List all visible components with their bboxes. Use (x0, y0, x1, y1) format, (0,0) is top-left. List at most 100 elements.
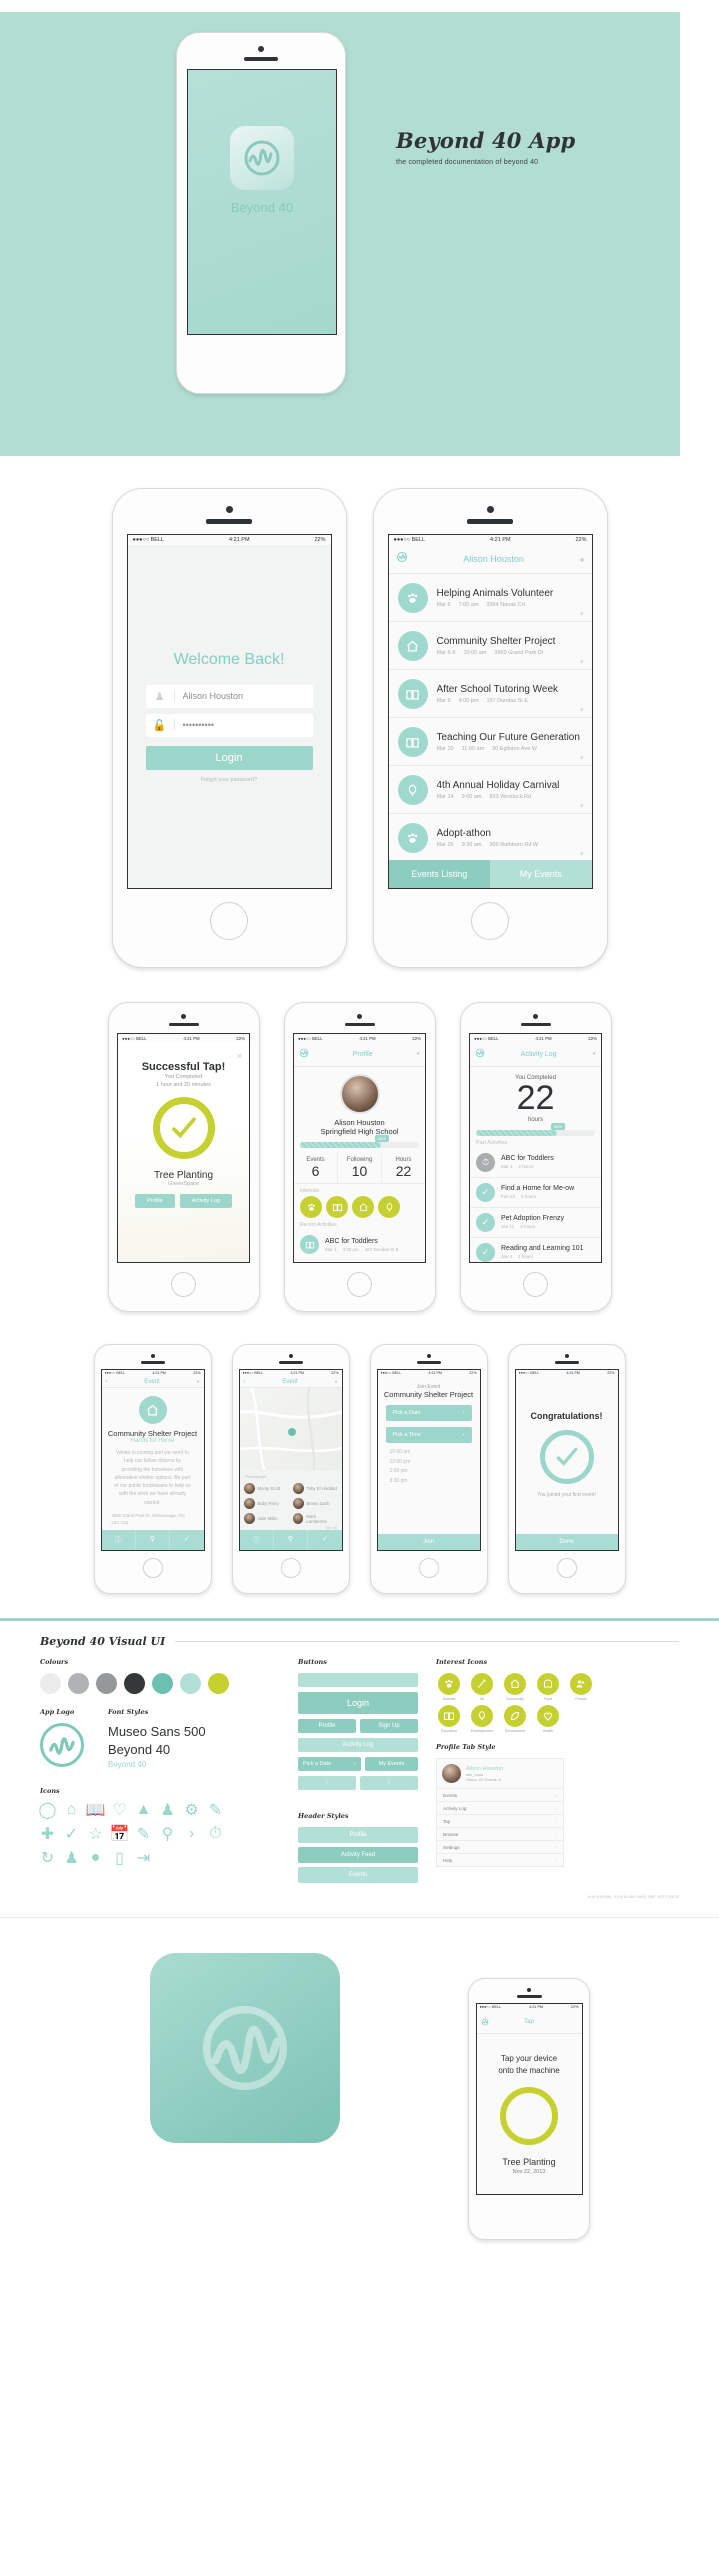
profile-tab-item-help[interactable]: Help › (437, 1853, 563, 1866)
forgot-password-link[interactable]: Forgot your password? (201, 777, 257, 783)
interest-art[interactable]: Art (469, 1673, 495, 1701)
participant[interactable]: Mark Lamberton (292, 1513, 338, 1524)
star-icon: ☆ (324, 1780, 330, 1786)
chevron-down-icon[interactable]: ▾ (580, 610, 584, 618)
entertainment-icon[interactable] (378, 1196, 400, 1218)
recent-activity-item[interactable]: ABC for Toddlers Mar 1 4:00 pm 157 Dunda… (294, 1230, 425, 1260)
settings-icon[interactable]: ● (196, 1379, 199, 1385)
pick-date-button[interactable]: Pick a Date › (298, 1757, 361, 1771)
username-input[interactable] (174, 691, 313, 701)
chevron-down-icon[interactable]: ▾ (580, 850, 584, 858)
status-time: 4:21 PM (152, 1371, 166, 1375)
time-option[interactable]: 3:30 pm (390, 1477, 468, 1487)
profile-tab-item-tap[interactable]: Tap › (437, 1814, 563, 1827)
interest-community[interactable]: Community (502, 1673, 528, 1701)
activity-list-item[interactable]: ✓ Pet Adoption Frenzy Jan 11 3 hours (470, 1207, 601, 1238)
tab-events-listing[interactable]: Events Listing (388, 860, 490, 888)
home-button[interactable] (556, 1558, 577, 1578)
profile-button[interactable]: Profile (298, 1719, 356, 1733)
time-option[interactable]: 12:00 pm (390, 1458, 468, 1468)
button-plain[interactable] (298, 1673, 418, 1687)
education-icon[interactable] (326, 1196, 348, 1218)
chevron-down-icon[interactable]: ▾ (580, 802, 584, 810)
pick-time-dropdown[interactable]: Pick a Time › (385, 1427, 472, 1443)
time-option[interactable]: 2:00 pm (390, 1467, 468, 1477)
logo-icon[interactable] (396, 550, 408, 568)
profile-tab-item-settings[interactable]: Settings › (437, 1840, 563, 1853)
close-icon[interactable]: ✕ (236, 1052, 249, 1061)
map-view[interactable] (239, 1388, 342, 1470)
map-tab-icon[interactable]: ⚲ (136, 1530, 171, 1550)
interested-button[interactable]: ☆ (298, 1776, 356, 1790)
interest-food[interactable]: Food (535, 1673, 561, 1701)
home-button[interactable] (347, 1272, 372, 1297)
chevron-down-icon[interactable]: ▾ (580, 706, 584, 714)
interest-people[interactable]: People (568, 1673, 594, 1701)
event-list-item[interactable]: Adopt-athon Mar 26 9:30 am 900 Rathburn … (388, 814, 592, 860)
login-button[interactable]: Login (298, 1692, 418, 1714)
settings-icon[interactable]: ● (592, 1051, 596, 1057)
tab-my-events[interactable]: My Events (490, 860, 592, 888)
pick-date-dropdown[interactable]: Pick a Date › (385, 1405, 472, 1421)
activity-list-item[interactable]: ⏱ ABC for Toddlers Mar 1 2 hours (470, 1147, 601, 1178)
activity-list-item[interactable]: ✓ Reading and Learning 101 Jan 4 2 hours (470, 1237, 601, 1262)
animals-icon[interactable] (300, 1196, 322, 1218)
home-button[interactable] (418, 1558, 439, 1578)
username-field[interactable]: ♟ (145, 684, 313, 708)
event-list-item[interactable]: Teaching Our Future Generation Mar 10 11… (388, 718, 592, 766)
participant[interactable]: Toby El Haddad (292, 1483, 338, 1494)
settings-icon[interactable]: ● (580, 555, 585, 564)
check-tab-icon[interactable]: ✓ (170, 1530, 203, 1550)
profile-body: Alison Houston Springfield High School 6… (294, 1067, 425, 1262)
join-button[interactable]: ✓ (360, 1776, 418, 1790)
home-button[interactable] (471, 902, 509, 940)
map-tab-icon[interactable]: ⚲ (274, 1530, 309, 1550)
profile-tab-item-browse[interactable]: Browse › (437, 1827, 563, 1840)
activity-list-item[interactable]: ✓ Find a Home for Me-ow Feb 22 3 hours (470, 1177, 601, 1208)
info-tab-icon[interactable]: ⓘ (240, 1530, 274, 1550)
activity-log-button[interactable]: Activity Log (179, 1193, 232, 1208)
event-list-item[interactable]: Helping Animals Volunteer Mar 6 7:00 am … (388, 574, 592, 622)
check-tab-icon[interactable]: ✓ (308, 1530, 341, 1550)
home-button[interactable] (280, 1558, 301, 1578)
participant[interactable]: Monty Scott (243, 1483, 289, 1494)
join-submit-button[interactable]: Join (377, 1534, 480, 1550)
settings-icon[interactable]: ● (334, 1379, 337, 1385)
community-icon[interactable] (352, 1196, 374, 1218)
event-list-item[interactable]: Community Shelter Project Mar 6-8 10:00 … (388, 622, 592, 670)
login-button[interactable]: Login (145, 745, 313, 770)
profile-tab-item-events[interactable]: Events › (437, 1788, 563, 1801)
home-button[interactable] (142, 1558, 163, 1578)
participant[interactable]: Julie Miller (243, 1513, 289, 1524)
chevron-down-icon[interactable]: ▾ (580, 658, 584, 666)
participant[interactable]: Brown Zach (292, 1498, 338, 1509)
check-icon: ✓ (386, 1780, 392, 1786)
interest-environment[interactable]: Environment (502, 1705, 528, 1733)
settings-icon[interactable]: ● (416, 1051, 420, 1057)
profile-button[interactable]: Profile (135, 1193, 175, 1208)
interest-education[interactable]: Education (436, 1705, 462, 1733)
logo-icon[interactable] (481, 2013, 489, 2031)
my-events-button[interactable]: My Events (365, 1757, 418, 1771)
chevron-down-icon[interactable]: ▾ (580, 754, 584, 762)
event-list-item[interactable]: 4th Annual Holiday Carnival Mar 14 9:00 … (388, 766, 592, 814)
activity-log-button[interactable]: Activity Log (298, 1738, 418, 1752)
password-field[interactable]: 🔓 (145, 713, 313, 737)
time-option[interactable]: 10:00 am (390, 1448, 468, 1458)
home-button[interactable] (210, 902, 248, 940)
congrats-done-button[interactable]: Done (515, 1534, 618, 1550)
password-input[interactable] (174, 720, 313, 730)
logo-icon[interactable] (475, 1045, 485, 1063)
interest-entertainment[interactable]: Entertainment (469, 1705, 495, 1733)
event-list-item[interactable]: After School Tutoring Week Mar 9 4:00 pm… (388, 670, 592, 718)
interest-health[interactable]: Health (535, 1705, 561, 1733)
home-button[interactable] (171, 1272, 196, 1297)
interest-animals[interactable]: Animals (436, 1673, 462, 1701)
logo-icon[interactable] (299, 1045, 309, 1063)
info-tab-icon[interactable]: ⓘ (102, 1530, 136, 1550)
participant[interactable]: Baby Parry (243, 1498, 289, 1509)
signup-button[interactable]: Sign Up (360, 1719, 418, 1733)
profile-tab-item-activity-log[interactable]: Activity Log › (437, 1801, 563, 1814)
home-button[interactable] (523, 1272, 548, 1297)
tap-target-ring[interactable] (500, 2087, 558, 2145)
